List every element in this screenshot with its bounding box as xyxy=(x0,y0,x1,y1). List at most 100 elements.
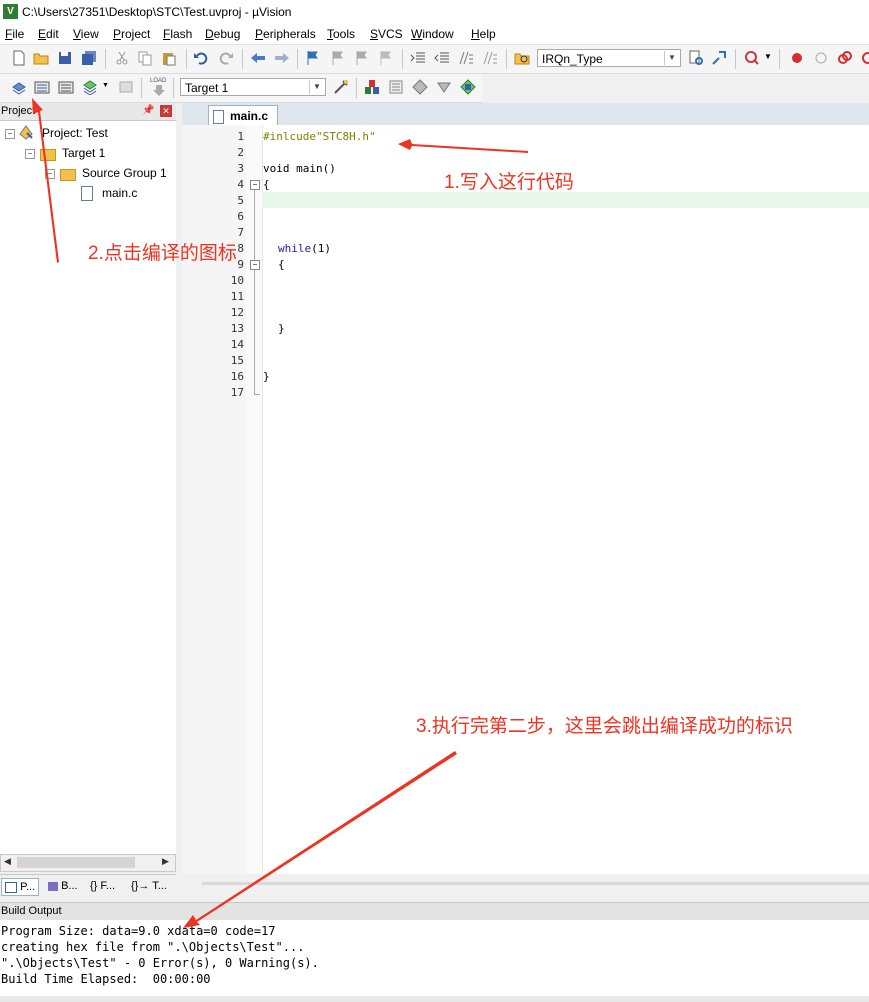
tab-functions[interactable]: {} F... xyxy=(87,878,118,894)
unindent-icon[interactable] xyxy=(434,50,450,66)
paste-icon[interactable] xyxy=(161,50,177,66)
menu-svcs[interactable]: SVCS xyxy=(370,27,403,41)
tab-templates[interactable]: {}→ T... xyxy=(128,878,170,894)
save-all-icon[interactable] xyxy=(81,50,97,66)
file-toolbar: IRQn_Type ▼ ▼ xyxy=(0,45,869,74)
nav-forward-icon[interactable] xyxy=(274,50,290,66)
menu-flash[interactable]: Flash xyxy=(163,27,192,41)
project-panel-header: Project 📌 ✕ xyxy=(0,103,176,121)
disable-breakpoint-icon[interactable] xyxy=(813,50,829,66)
menu-file[interactable]: File xyxy=(5,27,24,41)
folder-icon xyxy=(40,149,56,161)
uncomment-icon[interactable] xyxy=(482,50,498,66)
code-editor[interactable] xyxy=(182,125,869,874)
rebuild-icon[interactable] xyxy=(58,79,74,95)
menu-edit[interactable]: Edit xyxy=(38,27,59,41)
tab-books-label: B... xyxy=(61,880,78,892)
debug-session-icon[interactable] xyxy=(744,50,760,66)
indent-icon[interactable] xyxy=(410,50,426,66)
menu-debug[interactable]: Debug xyxy=(205,27,240,41)
prev-bookmark-icon[interactable] xyxy=(330,50,346,66)
close-icon[interactable]: ✕ xyxy=(160,105,172,117)
open-folder-icon[interactable] xyxy=(33,50,49,66)
books-tab-icon xyxy=(48,881,58,891)
chevron-down-icon[interactable]: ▼ xyxy=(309,80,324,94)
batch-build-icon[interactable] xyxy=(82,79,98,95)
scroll-track[interactable] xyxy=(202,882,869,885)
fold-toggle-icon[interactable]: − xyxy=(250,180,260,190)
line-number: 3 xyxy=(237,162,244,175)
menu-peripherals[interactable]: Peripherals xyxy=(255,27,316,41)
output-line: Program Size: data=9.0 xdata=0 code=17 xyxy=(1,924,276,938)
tab-books[interactable]: B... xyxy=(45,878,81,894)
download-icon xyxy=(153,85,165,96)
new-file-icon[interactable] xyxy=(11,50,27,66)
save-icon[interactable] xyxy=(57,50,73,66)
current-line-highlight xyxy=(262,192,869,208)
collapse-icon[interactable]: − xyxy=(25,149,35,159)
clear-bookmarks-icon[interactable] xyxy=(378,50,394,66)
project-tree: − Project: Test − Target 1 − Source Grou… xyxy=(0,121,176,854)
menu-help[interactable]: Help xyxy=(471,27,496,41)
find-combo[interactable]: IRQn_Type ▼ xyxy=(537,49,681,67)
chevron-down-icon[interactable]: ▼ xyxy=(664,51,679,65)
scroll-thumb[interactable] xyxy=(17,857,135,868)
comment-icon[interactable] xyxy=(458,50,474,66)
copy-icon[interactable] xyxy=(137,50,153,66)
project-horizontal-scrollbar[interactable]: ◀ ▶ xyxy=(0,854,176,872)
redo-icon[interactable] xyxy=(218,50,234,66)
build-icon[interactable] xyxy=(34,79,50,95)
kill-breakpoints-icon[interactable] xyxy=(837,50,853,66)
code-line-while-close: } xyxy=(278,322,285,335)
menu-bar: File Edit View Project Flash Debug Perip… xyxy=(0,24,869,45)
build-output-panel[interactable]: Program Size: data=9.0 xdata=0 code=17 c… xyxy=(0,920,869,996)
folder-icon xyxy=(60,169,76,181)
tree-item-main-c[interactable]: main.c xyxy=(102,186,137,200)
undo-icon[interactable] xyxy=(193,50,209,66)
next-bookmark-icon[interactable] xyxy=(354,50,370,66)
output-line: ".\Objects\Test" - 0 Error(s), 0 Warning… xyxy=(1,956,319,970)
nav-back-icon[interactable] xyxy=(250,50,266,66)
menu-tools[interactable]: Tools xyxy=(327,27,355,41)
scroll-left-icon[interactable]: ◀ xyxy=(4,856,11,867)
rte-manage-icon[interactable] xyxy=(460,79,476,95)
incremental-find-icon[interactable] xyxy=(711,50,727,66)
breakpoint-icon[interactable] xyxy=(789,50,805,66)
download-button[interactable]: LOAD xyxy=(150,78,168,98)
bookmark-icon[interactable] xyxy=(305,50,321,66)
line-number: 17 xyxy=(230,386,244,399)
debug-dropdown-icon[interactable]: ▼ xyxy=(764,52,772,61)
code-line-while: while(1) xyxy=(278,242,331,255)
tree-item-target[interactable]: Target 1 xyxy=(62,146,105,160)
menu-project[interactable]: Project xyxy=(113,27,150,41)
cut-icon[interactable] xyxy=(114,50,130,66)
disable-all-breakpoints-icon[interactable] xyxy=(860,50,869,66)
c-file-icon xyxy=(213,109,224,124)
code-line-main: void main() xyxy=(263,162,336,175)
pin-icon[interactable]: 📌 xyxy=(142,105,154,116)
target-options-icon[interactable] xyxy=(333,79,349,95)
project-tab-icon xyxy=(5,881,17,893)
tab-main-c[interactable]: main.c xyxy=(208,105,278,126)
tree-item-source-group[interactable]: Source Group 1 xyxy=(82,166,167,180)
pack-installer-icon[interactable] xyxy=(436,79,452,95)
translate-icon[interactable] xyxy=(11,79,27,95)
find-in-files-icon[interactable] xyxy=(514,50,530,66)
find-icon[interactable] xyxy=(688,50,704,66)
collapse-icon[interactable]: − xyxy=(5,129,15,139)
file-extensions-icon[interactable] xyxy=(388,79,404,95)
menu-view[interactable]: View xyxy=(73,27,99,41)
collapse-icon[interactable]: − xyxy=(45,169,55,179)
select-packs-icon[interactable] xyxy=(412,79,428,95)
menu-window[interactable]: Window xyxy=(411,27,454,41)
batch-dropdown-icon[interactable]: ▼ xyxy=(102,82,109,89)
scroll-right-icon[interactable]: ▶ xyxy=(162,856,169,867)
build-output-header: Build Output xyxy=(0,902,869,921)
target-combo[interactable]: Target 1 ▼ xyxy=(180,78,326,96)
tree-item-project[interactable]: Project: Test xyxy=(42,126,108,140)
manage-project-icon[interactable] xyxy=(364,79,380,95)
editor-horizontal-scrollbar[interactable] xyxy=(182,874,869,894)
fold-toggle-icon[interactable]: − xyxy=(250,260,260,270)
stop-build-icon[interactable] xyxy=(118,79,134,95)
tab-project[interactable]: P... xyxy=(1,878,40,896)
